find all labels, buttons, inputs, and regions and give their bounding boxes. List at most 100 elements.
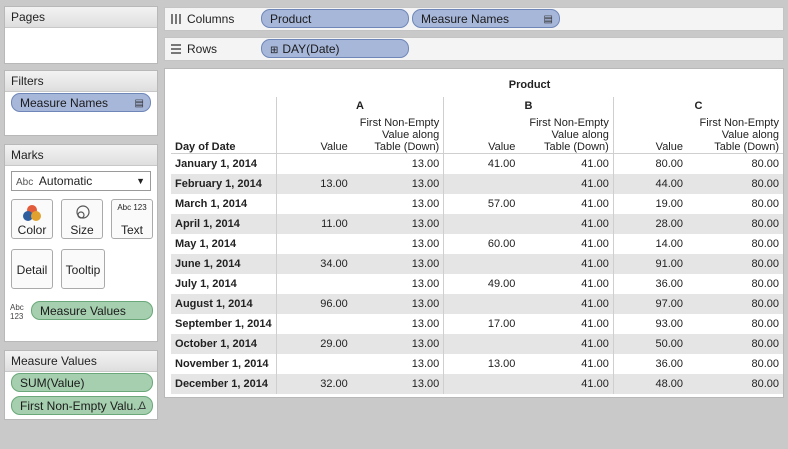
cell-b-fne: 41.00 — [519, 254, 614, 274]
text-button[interactable]: Abc 123 Text — [111, 199, 153, 239]
cell-c-val: 97.00 — [612, 294, 687, 314]
cell-c-val: 48.00 — [612, 374, 687, 394]
cell-c-val: 93.00 — [612, 314, 687, 334]
cell-b-fne: 41.00 — [519, 334, 614, 354]
table-row[interactable]: May 1, 2014 13.00 60.00 41.00 14.00 80.00 — [171, 234, 783, 254]
detail-button[interactable]: Detail — [11, 249, 53, 289]
header-measure-line: Value along — [721, 129, 779, 141]
table-row[interactable]: June 1, 2014 34.00 13.00 41.00 91.00 80.00 — [171, 254, 783, 274]
cell-c-fne: 80.00 — [751, 358, 779, 370]
cell-a-val — [275, 354, 352, 374]
cell-a-val: 13.00 — [275, 174, 352, 194]
mark-type-text-icon: Abc — [16, 177, 34, 188]
cell-c-fne: 80.00 — [751, 318, 779, 330]
rows-pill-day-date[interactable]: ⊞ DAY(Date) — [261, 39, 409, 58]
cell-a-val — [275, 234, 352, 254]
table-row[interactable]: September 1, 2014 13.00 17.00 41.00 93.00 80.… — [171, 314, 783, 334]
size-icon — [62, 203, 102, 223]
rows-label: Rows — [171, 38, 217, 60]
table-row[interactable]: October 1, 2014 29.00 13.00 41.00 50.00 80.00 — [171, 334, 783, 354]
header-measure-first-non-empty: First Non-Empty Value along Table (Down) — [687, 115, 783, 154]
row-date: March 1, 2014 — [175, 198, 248, 210]
filter-pill-measure-names[interactable]: Measure Names ▤ — [11, 93, 151, 112]
cell-b-val — [443, 214, 520, 234]
text-encoding-icon: Abc 123 — [10, 303, 24, 321]
row-date: November 1, 2014 — [175, 358, 269, 370]
header-measure-value: Value — [443, 115, 520, 154]
cell-a-fne: 13.00 — [351, 334, 444, 354]
mv-pill-first-non-empty[interactable]: First Non-Empty Valu.. Δ — [11, 396, 153, 415]
cell-c-fne: 80.00 — [687, 374, 783, 394]
cell-a-val — [275, 194, 352, 214]
columns-pill-measure-names[interactable]: Measure Names ▤ — [412, 9, 560, 28]
table-row[interactable]: February 1, 2014 13.00 13.00 41.00 44.00 80.0… — [171, 174, 783, 194]
filters-card[interactable]: Filters Measure Names ▤ — [4, 70, 158, 136]
cell-b-fne: 41.00 — [581, 198, 609, 210]
tooltip-button[interactable]: Tooltip — [61, 249, 105, 289]
cell-a-fne: 13.00 — [351, 254, 444, 274]
mark-type-dropdown[interactable]: Abc Automatic ▼ — [11, 171, 151, 191]
cell-c-val: 19.00 — [612, 194, 687, 214]
table-row[interactable]: August 1, 2014 96.00 13.00 41.00 97.00 80.00 — [171, 294, 783, 314]
table-row[interactable]: November 1, 2014 13.00 13.00 41.00 36.00 80.0… — [171, 354, 783, 374]
marks-pill-measure-values[interactable]: Measure Values — [31, 301, 153, 320]
cell-c-val: 36.00 — [612, 354, 687, 374]
table-row[interactable]: July 1, 2014 13.00 49.00 41.00 36.00 80.00 — [171, 274, 783, 294]
mv-pill-sum-value[interactable]: SUM(Value) — [11, 373, 153, 392]
cell-c-val: 80.00 — [612, 153, 687, 174]
cell-b-val — [443, 174, 520, 194]
cell-c-val: 44.00 — [612, 174, 687, 194]
tooltip-label: Tooltip — [65, 263, 101, 277]
header-measure-line: First Non-Empty — [529, 117, 609, 129]
cell-a-fne: 13.00 — [411, 358, 440, 370]
mv-pill-label: First Non-Empty Valu.. — [20, 399, 140, 413]
header-product: Product — [508, 79, 551, 91]
cell-b-val: 49.00 — [443, 274, 520, 294]
cell-a-fne: 13.00 — [411, 198, 440, 210]
cell-b-val: 41.00 — [443, 153, 520, 174]
columns-pill-product[interactable]: Product — [261, 9, 409, 28]
cell-a-val — [275, 274, 352, 294]
columns-shelf[interactable]: Columns Product Measure Names ▤ — [164, 7, 784, 31]
measure-values-title: Measure Values — [5, 351, 157, 372]
cell-c-fne: 80.00 — [687, 153, 783, 174]
cell-b-fne: 41.00 — [519, 214, 614, 234]
marks-card[interactable]: Marks Abc Automatic ▼ Color Size Abc 123… — [4, 144, 158, 342]
color-label: Color — [17, 223, 47, 237]
cell-b-fne: 41.00 — [581, 238, 609, 250]
cell-b-val — [443, 294, 520, 314]
size-button[interactable]: Size — [61, 199, 103, 239]
marks-pill-label: Measure Values — [40, 304, 126, 318]
header-measure-value: Value — [275, 115, 352, 154]
text-icon: Abc 123 — [117, 203, 147, 212]
table-row[interactable]: March 1, 2014 13.00 57.00 41.00 19.00 80.00 — [171, 194, 783, 214]
rows-label-text: Rows — [187, 42, 218, 56]
rows-shelf[interactable]: Rows ⊞ DAY(Date) — [164, 37, 784, 61]
cell-b-val: 13.00 — [443, 354, 520, 374]
row-date: September 1, 2014 — [175, 318, 272, 330]
mv-pill-label: SUM(Value) — [20, 376, 85, 390]
cell-b-fne: 41.00 — [581, 278, 609, 290]
cell-c-val: 36.00 — [612, 274, 687, 294]
table-row[interactable]: January 1, 2014 13.00 41.00 41.00 80.00 80.00 — [171, 153, 783, 174]
filters-title: Filters — [5, 71, 157, 92]
pages-card[interactable]: Pages — [4, 6, 158, 64]
cell-b-fne: 41.00 — [519, 153, 614, 174]
cell-a-fne: 13.00 — [411, 278, 440, 290]
cell-c-fne: 80.00 — [751, 198, 779, 210]
rows-icon — [171, 44, 181, 54]
crosstab: Product A B C Day of Date Value First Non-… — [171, 73, 783, 394]
cell-a-val: 32.00 — [275, 374, 352, 394]
delta-icon: Δ — [138, 400, 146, 412]
view-canvas[interactable]: Product A B C Day of Date Value First Non-… — [164, 68, 784, 398]
table-row[interactable]: December 1, 2014 32.00 13.00 41.00 48.00 80.0… — [171, 374, 783, 394]
text-label: Text — [120, 223, 143, 237]
mark-type-value: Automatic — [38, 174, 93, 188]
sort-icon: ▤ — [543, 14, 553, 25]
header-measure-line: Table (Down) — [544, 141, 609, 153]
table-row[interactable]: April 1, 2014 11.00 13.00 41.00 28.00 80.00 — [171, 214, 783, 234]
measure-values-card[interactable]: Measure Values SUM(Value) First Non-Empt… — [4, 350, 158, 420]
color-button[interactable]: Color — [11, 199, 53, 239]
header-group-b: B — [443, 97, 614, 115]
cell-b-fne: 41.00 — [581, 318, 609, 330]
